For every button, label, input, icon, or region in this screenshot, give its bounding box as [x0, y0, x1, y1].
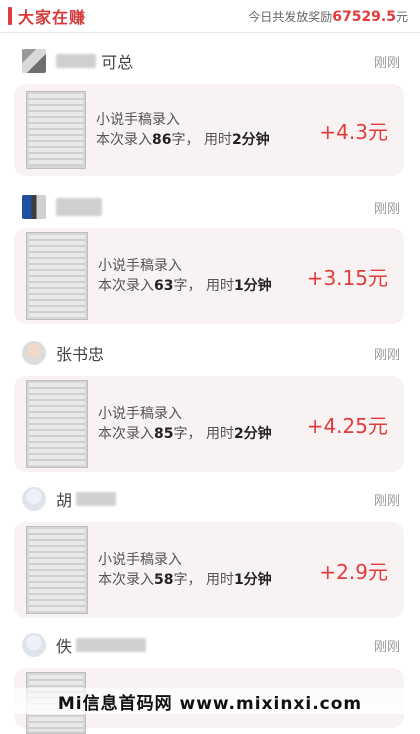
username: 张书忠: [56, 345, 105, 364]
reward-stats: 今日共发放奖励67529.5元: [248, 8, 408, 25]
timestamp: 刚刚: [373, 55, 400, 71]
avatar[interactable]: [22, 195, 46, 219]
timestamp: 刚刚: [373, 639, 400, 655]
earning-card[interactable]: 小说手稿录入 本次录入63字， 用时1分钟 +3.15元: [14, 228, 404, 324]
task-detail: 本次录入85字， 用时2分钟: [98, 426, 272, 442]
task-detail: 本次录入63字， 用时1分钟: [98, 278, 272, 294]
user-row: 张书忠 刚刚: [0, 336, 420, 370]
reward-amount: +3.15元: [306, 265, 388, 290]
card-info: 小说手稿录入 本次录入58字， 用时1分钟: [98, 550, 319, 590]
stats-label: 今日共发放奖励: [248, 9, 333, 24]
count-unit: 字: [173, 426, 188, 442]
task-title: 小说手稿录入: [96, 112, 180, 128]
count-unit: 字: [173, 278, 188, 294]
stats-amount: 67529.5: [332, 8, 396, 25]
user-row: 佚 刚刚: [0, 628, 420, 662]
earning-card[interactable]: 小说手稿录入 本次录入85字， 用时2分钟 +4.25元: [14, 376, 404, 472]
reward-amount: +2.9元: [319, 559, 388, 584]
user-info: 可总: [22, 49, 133, 73]
redacted-name: [56, 54, 96, 68]
task-detail: 本次录入86字， 用时2分钟: [96, 132, 270, 148]
username: 可总: [101, 53, 134, 72]
card-info: 小说手稿录入 本次录入63字， 用时1分钟: [98, 256, 307, 296]
char-count: 63: [154, 278, 174, 294]
char-count: 86: [152, 132, 172, 148]
count-unit: 字: [173, 572, 188, 588]
detail-prefix: 本次录入: [98, 278, 154, 294]
manuscript-thumbnail: [26, 526, 88, 614]
user-info: 张书忠: [22, 341, 104, 365]
count-unit: 字: [171, 132, 186, 148]
char-count: 85: [154, 426, 174, 442]
redacted-name: [76, 638, 147, 652]
duration: 2分钟: [233, 426, 272, 442]
reward-amount: +4.25元: [306, 413, 388, 438]
username: 胡: [56, 491, 73, 510]
earning-card[interactable]: 小说手稿录入 本次录入58字， 用时1分钟 +2.9元: [14, 522, 404, 618]
duration: 1分钟: [233, 572, 272, 588]
detail-prefix: 本次录入: [98, 426, 154, 442]
card-info: 小说手稿录入 本次录入85字， 用时2分钟: [98, 404, 307, 444]
time-prefix: 用时: [203, 132, 232, 148]
page-title: 大家在赚: [18, 8, 87, 27]
user-row: 胡 刚刚: [0, 482, 420, 516]
username: 佚: [56, 637, 73, 656]
timestamp: 刚刚: [373, 347, 400, 363]
reward-amount: +4.3元: [319, 119, 388, 144]
user-row: 可总 刚刚: [0, 44, 420, 78]
manuscript-thumbnail: [26, 91, 86, 169]
user-info: 佚: [22, 633, 147, 657]
user-info: 胡: [22, 487, 117, 511]
redacted-name: [76, 492, 117, 506]
redacted-name: [56, 198, 102, 216]
duration: 1分钟: [233, 278, 272, 294]
stats-unit: 元: [395, 9, 408, 24]
timestamp: 刚刚: [373, 201, 400, 217]
manuscript-thumbnail: [26, 380, 88, 468]
avatar[interactable]: [22, 633, 46, 657]
detail-prefix: 本次录入: [96, 132, 152, 148]
manuscript-thumbnail: [26, 232, 88, 320]
duration: 2分钟: [231, 132, 270, 148]
detail-prefix: 本次录入: [98, 572, 154, 588]
char-count: 58: [154, 572, 174, 588]
timestamp: 刚刚: [373, 493, 400, 509]
task-detail: 本次录入58字， 用时1分钟: [98, 572, 272, 588]
task-title: 小说手稿录入: [98, 258, 182, 274]
header-bar: 大家在赚 今日共发放奖励67529.5元: [0, 0, 420, 33]
time-prefix: 用时: [205, 278, 234, 294]
header-title-group: 大家在赚: [0, 4, 86, 28]
time-prefix: 用时: [205, 426, 234, 442]
avatar[interactable]: [22, 487, 46, 511]
time-prefix: 用时: [205, 572, 234, 588]
task-title: 小说手稿录入: [98, 406, 182, 422]
card-info: 小说手稿录入 本次录入86字， 用时2分钟: [96, 110, 319, 150]
avatar[interactable]: [22, 341, 46, 365]
watermark: Mi信息首码网 www.mixinxi.com: [0, 688, 420, 714]
accent-bar: [8, 7, 12, 25]
user-info: [22, 195, 102, 219]
task-title: 小说手稿录入: [98, 552, 182, 568]
avatar[interactable]: [22, 49, 46, 73]
earning-card[interactable]: 小说手稿录入 本次录入86字， 用时2分钟 +4.3元: [14, 84, 404, 176]
user-row: 刚刚: [0, 190, 420, 224]
